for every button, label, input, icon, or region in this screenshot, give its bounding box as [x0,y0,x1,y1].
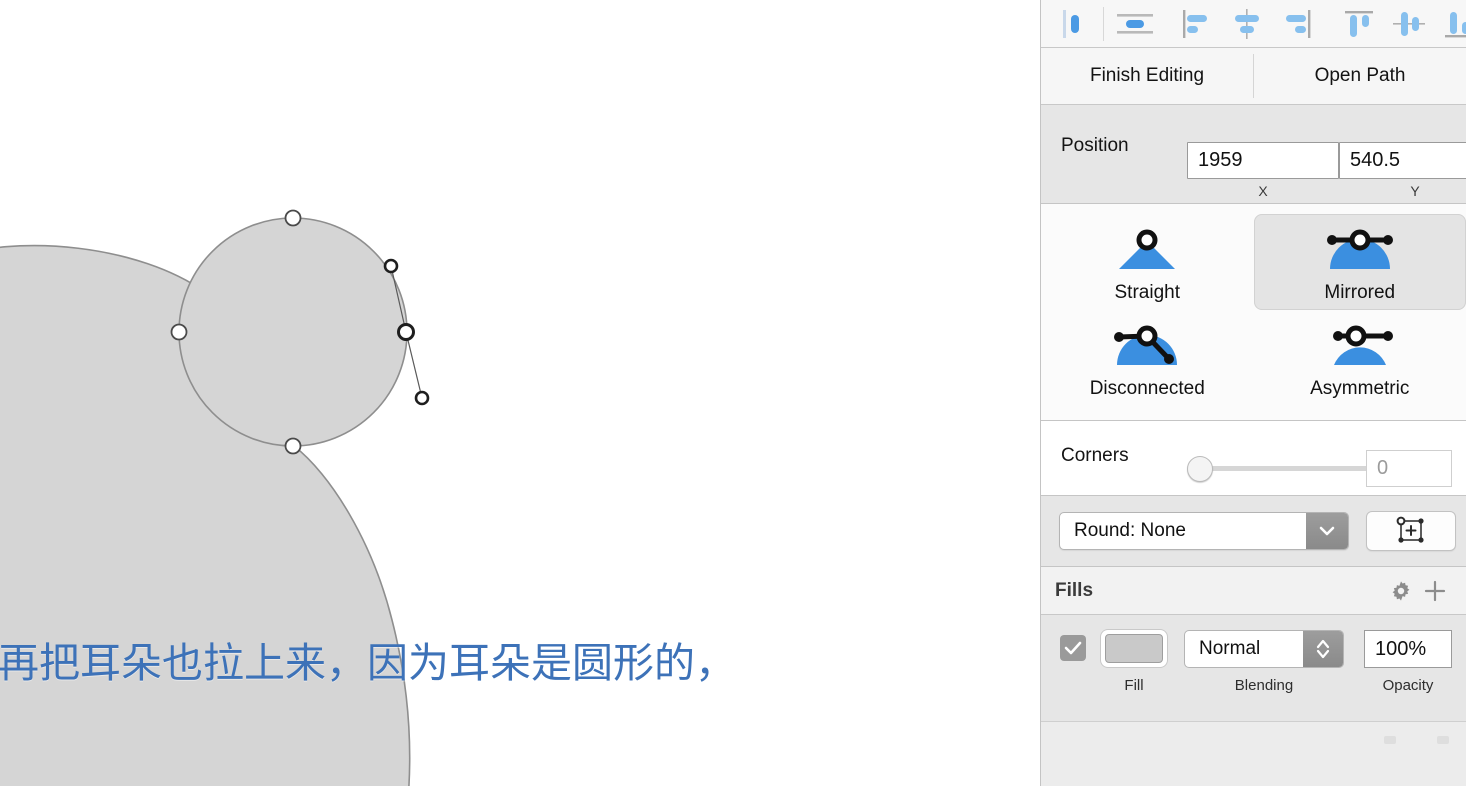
add-node-icon [1396,516,1424,543]
corners-value-input[interactable]: 0 [1366,450,1452,487]
inspector-panel: Finish Editing Open Path Position 1959 5… [1040,0,1466,786]
position-x-label: X [1258,183,1268,199]
node-top[interactable] [284,209,302,227]
path-edit-bar: Finish Editing Open Path [1041,48,1466,105]
plus-icon[interactable] [1418,574,1452,608]
opacity-input[interactable]: 100% [1364,630,1452,668]
partial-control [1437,736,1449,744]
node-type-disconnected[interactable]: Disconnected [1041,310,1254,406]
tutorial-caption: 再把耳朵也拉上来，因为耳朵是圆形的， 我们双击耳朵，对耳朵进行微调。 [0,543,1038,786]
check-icon [1064,641,1082,655]
node-straight-icon [1107,222,1187,280]
node-right-selected[interactable] [397,323,415,341]
finish-editing-button[interactable]: Finish Editing [1041,48,1253,104]
node-type-straight[interactable]: Straight [1041,214,1254,310]
node-type-asymmetric[interactable]: Asymmetric [1254,310,1466,406]
align-center-horizontal-icon[interactable] [1110,4,1160,44]
blending-dropdown[interactable]: Normal [1184,630,1344,668]
control-handle-upper[interactable] [383,258,399,274]
corners-label: Corners [1061,445,1129,466]
handle-line-lower [405,331,423,399]
corners-slider-knob[interactable] [1187,456,1213,482]
opacity-label: Opacity [1382,677,1434,694]
align-vertical-centers-icon[interactable] [1384,4,1434,44]
node-type-mirrored[interactable]: Mirrored [1253,214,1466,310]
node-disconnected-icon [1107,318,1187,376]
fill-enabled-checkbox[interactable] [1060,635,1086,661]
round-dropdown-value: Round: None [1074,520,1186,541]
position-y-input[interactable]: 540.5 [1339,142,1466,179]
align-toolbar [1041,0,1466,48]
gear-icon[interactable] [1384,574,1418,608]
position-x-input[interactable]: 1959 [1187,142,1339,179]
corners-section: Corners 0 [1041,421,1466,496]
control-handle-lower[interactable] [414,390,430,406]
align-bottom-edges-icon[interactable] [1434,4,1466,44]
align-right-edges-icon[interactable] [1272,4,1322,44]
fill-row: Normal 100% Fill Blending Opacity [1041,615,1466,722]
fill-label: Fill [1124,677,1144,694]
align-top-edges-icon[interactable] [1334,4,1384,44]
stepper-icon[interactable] [1303,631,1343,667]
ear-circle-path[interactable] [178,217,408,447]
blending-value: Normal [1199,638,1261,659]
chevron-down-icon [1306,513,1348,549]
node-type-row-2: Disconnected Asymmetric [1041,310,1466,406]
align-group-3 [1334,4,1466,44]
toolbar-divider [1103,6,1104,41]
node-type-label: Straight [1114,282,1180,303]
canvas-area[interactable]: 再把耳朵也拉上来，因为耳朵是圆形的， 我们双击耳朵，对耳朵进行微调。 [0,0,1040,786]
caption-line-1: 再把耳朵也拉上来，因为耳朵是圆形的， [0,639,736,687]
add-node-button[interactable] [1366,511,1456,551]
fills-header: Fills [1041,567,1466,615]
align-group-1 [1047,4,1160,44]
align-group-2 [1172,4,1322,44]
node-type-label: Mirrored [1324,282,1396,303]
node-type-label: Asymmetric [1310,378,1410,399]
next-section-partial [1041,722,1466,754]
position-section: Position 1959 540.5 X Y [1041,105,1466,204]
node-type-section: Straight Mirrored Disconnected Asymmetri… [1041,204,1466,421]
align-left-icon[interactable] [1047,4,1097,44]
node-type-label: Disconnected [1089,378,1205,399]
blending-label: Blending [1234,677,1294,694]
fills-title: Fills [1055,579,1094,601]
fill-color-swatch[interactable] [1101,630,1167,667]
round-section: Round: None [1041,496,1466,567]
app-window: 再把耳朵也拉上来，因为耳朵是圆形的， 我们双击耳朵，对耳朵进行微调。 [0,0,1466,786]
node-left[interactable] [170,323,188,341]
round-dropdown[interactable]: Round: None [1059,512,1349,550]
fill-color-preview [1105,634,1163,663]
align-horizontal-centers-icon[interactable] [1222,4,1272,44]
node-asymmetric-icon [1320,318,1400,376]
partial-control [1384,736,1396,744]
node-mirrored-icon [1320,222,1400,280]
align-left-edges-icon[interactable] [1172,4,1222,44]
node-bottom[interactable] [284,437,302,455]
node-type-row-1: Straight Mirrored [1041,214,1466,310]
open-path-button[interactable]: Open Path [1254,48,1466,104]
position-label: Position [1061,135,1129,156]
position-y-label: Y [1410,183,1420,199]
